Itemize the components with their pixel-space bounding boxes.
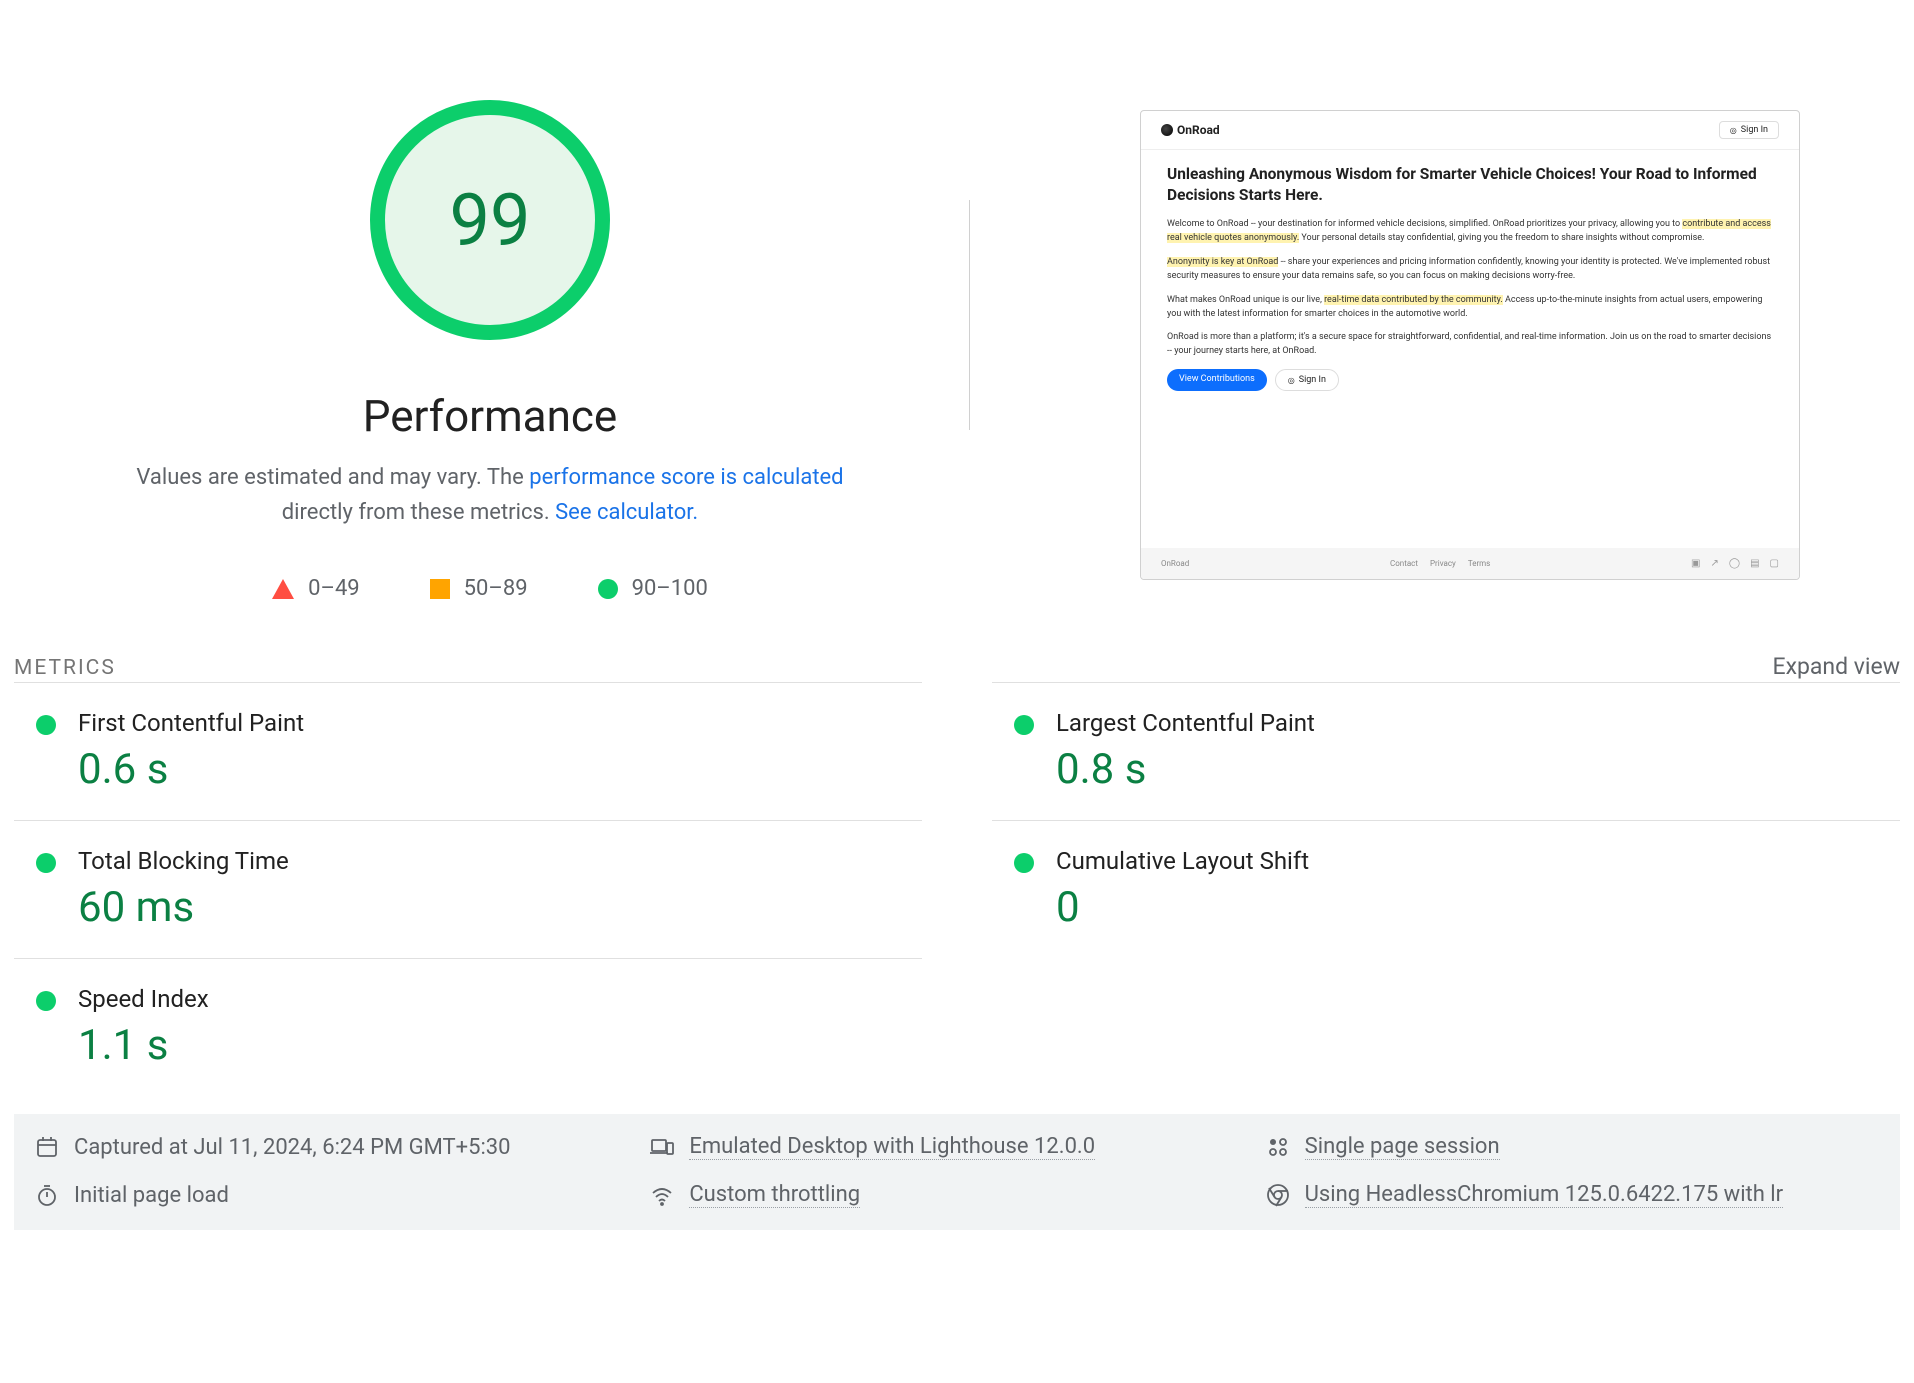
- metric-lcp-value: 0.8 s: [1056, 745, 1900, 794]
- screenshot-title: Unleashing Anonymous Wisdom for Smarter …: [1167, 164, 1773, 206]
- metric-tbt-name: Total Blocking Time: [78, 847, 922, 875]
- screenshot-p3: What makes OnRoad unique is our live, re…: [1167, 294, 1773, 322]
- brand-name: OnRoad: [1177, 123, 1220, 137]
- see-calculator-link[interactable]: See calculator.: [555, 500, 698, 525]
- metric-cls-name: Cumulative Layout Shift: [1056, 847, 1900, 875]
- network-icon: [649, 1182, 675, 1208]
- score-legend: 0–49 50–89 90–100: [272, 576, 708, 601]
- metric-fcp[interactable]: First Contentful Paint 0.6 s: [14, 682, 922, 820]
- throttling-info[interactable]: Custom throttling: [649, 1182, 1264, 1208]
- metric-si-value: 1.1 s: [78, 1021, 922, 1070]
- score-calculation-link[interactable]: performance score is calculated: [529, 465, 843, 490]
- legend-pass-label: 90–100: [632, 576, 708, 601]
- pass-dot-icon: [1014, 715, 1034, 735]
- captured-at-text: Captured at Jul 11, 2024, 6:24 PM GMT+5:…: [74, 1135, 511, 1160]
- p1a: Welcome to OnRoad -- your destination fo…: [1167, 219, 1682, 229]
- metric-fcp-name: First Contentful Paint: [78, 709, 922, 737]
- metric-lcp-name: Largest Contentful Paint: [1056, 709, 1900, 737]
- legend-fail-label: 0–49: [308, 576, 360, 601]
- signin-button-secondary: Sign In: [1275, 369, 1339, 391]
- p2a-highlight: Anonymity is key at OnRoad: [1167, 257, 1278, 267]
- captured-at: Captured at Jul 11, 2024, 6:24 PM GMT+5:…: [34, 1134, 649, 1160]
- triangle-icon: [272, 579, 294, 599]
- screenshot-signin-button: Sign In: [1719, 121, 1779, 139]
- footer-icon-2: ↗: [1711, 558, 1719, 569]
- desc-text-prefix: Values are estimated and may vary. The: [136, 465, 529, 490]
- initial-load: Initial page load: [34, 1182, 649, 1208]
- screenshot-header: OnRoad Sign In: [1141, 111, 1799, 150]
- chrome-icon: [1265, 1182, 1291, 1208]
- metric-lcp[interactable]: Largest Contentful Paint 0.8 s: [992, 682, 1900, 820]
- footer-links: Contact Privacy Terms: [1390, 559, 1490, 568]
- calendar-icon: [34, 1134, 60, 1160]
- square-icon: [430, 579, 450, 599]
- browser-info[interactable]: Using HeadlessChromium 125.0.6422.175 wi…: [1265, 1182, 1880, 1208]
- screenshot-body: Unleashing Anonymous Wisdom for Smarter …: [1141, 150, 1799, 548]
- initial-load-text: Initial page load: [74, 1183, 229, 1208]
- session-text[interactable]: Single page session: [1305, 1134, 1500, 1160]
- footer-icon-1: ▣: [1691, 558, 1700, 569]
- samples-icon: [1265, 1134, 1291, 1160]
- footer-icon-4: ▤: [1750, 558, 1759, 569]
- throttling-text[interactable]: Custom throttling: [689, 1182, 860, 1208]
- screenshot-p4: OnRoad is more than a platform; it's a s…: [1167, 331, 1773, 359]
- metric-tbt-value: 60 ms: [78, 883, 922, 932]
- screenshot-p2: Anonymity is key at OnRoad -- share your…: [1167, 256, 1773, 284]
- signin-secondary-label: Sign In: [1299, 375, 1326, 385]
- p3a: What makes OnRoad unique is our live,: [1167, 295, 1324, 305]
- desc-text-mid: directly from these metrics.: [282, 500, 555, 525]
- metric-fcp-value: 0.6 s: [78, 745, 922, 794]
- screenshot-logo: OnRoad: [1161, 123, 1220, 137]
- legend-fail: 0–49: [272, 576, 360, 601]
- stopwatch-icon: [34, 1182, 60, 1208]
- metric-si[interactable]: Speed Index 1.1 s: [14, 958, 922, 1096]
- browser-text[interactable]: Using HeadlessChromium 125.0.6422.175 wi…: [1305, 1182, 1783, 1208]
- devices-icon: [649, 1134, 675, 1160]
- screenshot-buttons: View Contributions Sign In: [1167, 369, 1773, 391]
- footer-icons: ▣ ↗ ◯ ▤ ▢: [1691, 558, 1779, 569]
- category-title: Performance: [363, 390, 618, 442]
- logo-icon: [1161, 124, 1173, 136]
- pass-dot-icon: [36, 991, 56, 1011]
- legend-average-label: 50–89: [464, 576, 528, 601]
- circle-icon: [598, 579, 618, 599]
- p3b-highlight: real-time data contributed by the commun…: [1324, 295, 1503, 305]
- pass-dot-icon: [1014, 853, 1034, 873]
- footer-terms: Terms: [1468, 559, 1490, 568]
- view-contributions-button: View Contributions: [1167, 369, 1267, 391]
- legend-average: 50–89: [430, 576, 528, 601]
- p1c: Your personal details stay confidential,…: [1299, 233, 1704, 243]
- footer-contact: Contact: [1390, 559, 1418, 568]
- emulated-device[interactable]: Emulated Desktop with Lighthouse 12.0.0: [649, 1134, 1264, 1160]
- session-info[interactable]: Single page session: [1265, 1134, 1880, 1160]
- screenshot-p1: Welcome to OnRoad -- your destination fo…: [1167, 218, 1773, 246]
- metric-si-name: Speed Index: [78, 985, 922, 1013]
- runtime-settings: Captured at Jul 11, 2024, 6:24 PM GMT+5:…: [14, 1114, 1900, 1230]
- metric-cls[interactable]: Cumulative Layout Shift 0: [992, 820, 1900, 958]
- footer-icon-3: ◯: [1729, 558, 1740, 569]
- footer-privacy: Privacy: [1430, 559, 1456, 568]
- metric-cls-value: 0: [1056, 883, 1900, 932]
- pass-dot-icon: [36, 853, 56, 873]
- metrics-heading: METRICS: [14, 656, 116, 680]
- pass-dot-icon: [36, 715, 56, 735]
- performance-description: Values are estimated and may vary. The p…: [110, 460, 870, 530]
- footer-brand: OnRoad: [1161, 559, 1189, 568]
- page-screenshot[interactable]: OnRoad Sign In Unleashing Anonymous Wisd…: [1140, 110, 1800, 580]
- legend-pass: 90–100: [598, 576, 708, 601]
- expand-view-toggle[interactable]: Expand view: [1773, 653, 1901, 680]
- signin-label: Sign In: [1741, 125, 1768, 135]
- performance-gauge[interactable]: 99: [370, 100, 610, 340]
- emulated-device-text[interactable]: Emulated Desktop with Lighthouse 12.0.0: [689, 1134, 1095, 1160]
- footer-icon-5: ▢: [1770, 558, 1779, 569]
- screenshot-footer: OnRoad Contact Privacy Terms ▣ ↗ ◯ ▤ ▢: [1141, 548, 1799, 579]
- metric-tbt[interactable]: Total Blocking Time 60 ms: [14, 820, 922, 958]
- performance-score: 99: [450, 178, 531, 263]
- vertical-divider: [969, 200, 970, 430]
